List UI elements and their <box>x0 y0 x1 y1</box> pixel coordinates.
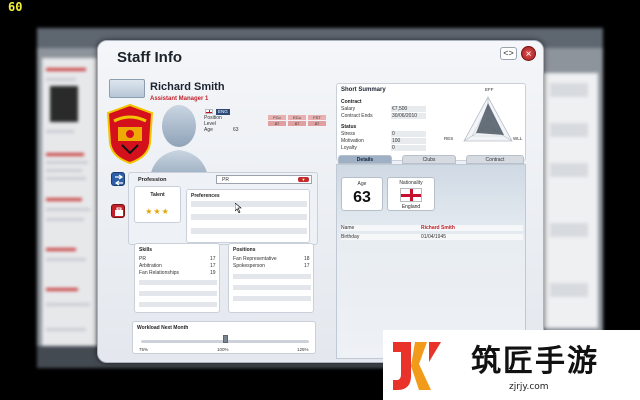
dialog-title: Staff Info <box>117 49 182 66</box>
attr-value: 87 <box>308 121 326 126</box>
summary-title: Short Summary <box>341 87 386 93</box>
workload-panel: Workload Next Month 75% 100% 125% <box>132 321 316 354</box>
talent-label: Talent <box>150 192 165 198</box>
england-flag-icon <box>400 188 422 202</box>
summary-row: Motivation 100 <box>341 138 426 144</box>
nationality-card: Nationality England <box>387 177 435 211</box>
prev-next-button[interactable]: <> <box>500 47 517 60</box>
summary-row: Salary €7,500 <box>341 106 426 112</box>
summary-row: Stress 0 <box>341 131 426 137</box>
status-label: Status <box>341 124 357 130</box>
attr-header: FCo <box>268 115 286 120</box>
detail-row: Name Richard Smith <box>341 225 523 231</box>
england-flag-icon <box>205 109 213 114</box>
radar-label: RES <box>444 136 454 141</box>
empty-position-slot <box>233 274 311 279</box>
attr-header: ECo <box>288 115 306 120</box>
skill-row: Fan Relationships 19 <box>139 270 216 276</box>
name-card-icon <box>109 79 145 98</box>
positions-label: Positions <box>233 247 256 253</box>
background-photo <box>50 86 78 122</box>
preference-slot[interactable] <box>191 201 307 207</box>
watermark-logo-icon <box>393 342 441 390</box>
short-summary-panel: Short Summary Contract Salary €7,500 Con… <box>336 83 526 161</box>
radar-label: WLL <box>513 136 523 141</box>
workload-label: Workload Next Month <box>137 325 189 331</box>
preferences-label: Preferences <box>191 193 220 199</box>
tab-clubs[interactable]: Clubs <box>402 155 456 164</box>
empty-skill-slot <box>139 302 217 307</box>
age-row: Age 63 <box>204 127 239 133</box>
skill-row: PR 17 <box>139 256 216 262</box>
preference-slot[interactable] <box>191 228 307 234</box>
position-row: Spokesperson 17 <box>233 263 310 269</box>
tab-details[interactable]: Details <box>338 155 392 164</box>
profession-label: Profession <box>138 177 167 183</box>
positions-panel: Positions Fan Representative 18 Spokespe… <box>228 243 314 313</box>
watermark-brand: 筑匠手游 <box>471 344 599 379</box>
workload-tick: 125% <box>297 347 309 352</box>
tab-contract[interactable]: Contract <box>466 155 524 164</box>
watermark: 筑匠手游 zjrjy.com <box>383 330 640 400</box>
preference-slot[interactable] <box>191 214 307 220</box>
attr-value: 87 <box>268 121 286 126</box>
summary-row: Loyalty 0 <box>341 145 426 151</box>
workload-tick: 100% <box>217 347 229 352</box>
skills-panel: Skills PR 17 Arbitration 17 Fan Relation… <box>134 243 220 313</box>
fps-counter: 60 <box>8 0 23 14</box>
compare-icon[interactable] <box>111 172 125 186</box>
profession-select[interactable]: PR ▼ <box>216 175 312 184</box>
mouse-cursor-icon <box>235 203 242 213</box>
empty-position-slot <box>233 285 311 290</box>
preferences-panel: Preferences <box>186 189 310 243</box>
skill-row: Arbitration 17 <box>139 263 216 269</box>
chevron-down-icon[interactable]: ▼ <box>298 177 309 182</box>
workload-slider-thumb[interactable] <box>222 335 228 343</box>
radar-label: EFF <box>485 87 494 92</box>
skills-label: Skills <box>139 247 153 253</box>
workload-tick: 75% <box>139 347 149 352</box>
detail-row: Birthday 01/04/1945 <box>341 234 523 240</box>
staff-name: Richard Smith <box>150 81 225 93</box>
staff-info-block: ENG Position FCo ECo FST Level 87 87 87 … <box>198 109 326 133</box>
age-card: Age 63 <box>341 177 383 211</box>
talent-stars: ★★★ <box>145 207 170 216</box>
attr-value: 87 <box>288 121 306 126</box>
nationality-name: England <box>401 204 421 210</box>
age-value: 63 <box>353 189 371 206</box>
close-button[interactable]: × <box>521 46 536 61</box>
empty-skill-slot <box>139 291 217 296</box>
watermark-url: zjrjy.com <box>509 382 549 392</box>
screen: 60 Staff Info <> × Richard Smith Assista… <box>0 0 640 400</box>
empty-skill-slot <box>139 280 217 285</box>
attribute-radar-chart <box>463 96 513 142</box>
attr-header: FST <box>308 115 326 120</box>
staff-info-dialog: Staff Info <> × Richard Smith Assistant … <box>97 40 544 363</box>
staff-role: Assistant Manager 1 <box>150 96 209 102</box>
background-right-panel <box>540 73 598 328</box>
summary-row: Contract Ends 30/06/2010 <box>341 113 426 119</box>
talent-panel: Talent ★★★ <box>134 186 181 223</box>
empty-position-slot <box>233 296 311 301</box>
contract-label: Contract <box>341 99 362 105</box>
position-row: Fan Representative 18 <box>233 256 310 262</box>
briefcase-icon[interactable] <box>111 204 125 218</box>
